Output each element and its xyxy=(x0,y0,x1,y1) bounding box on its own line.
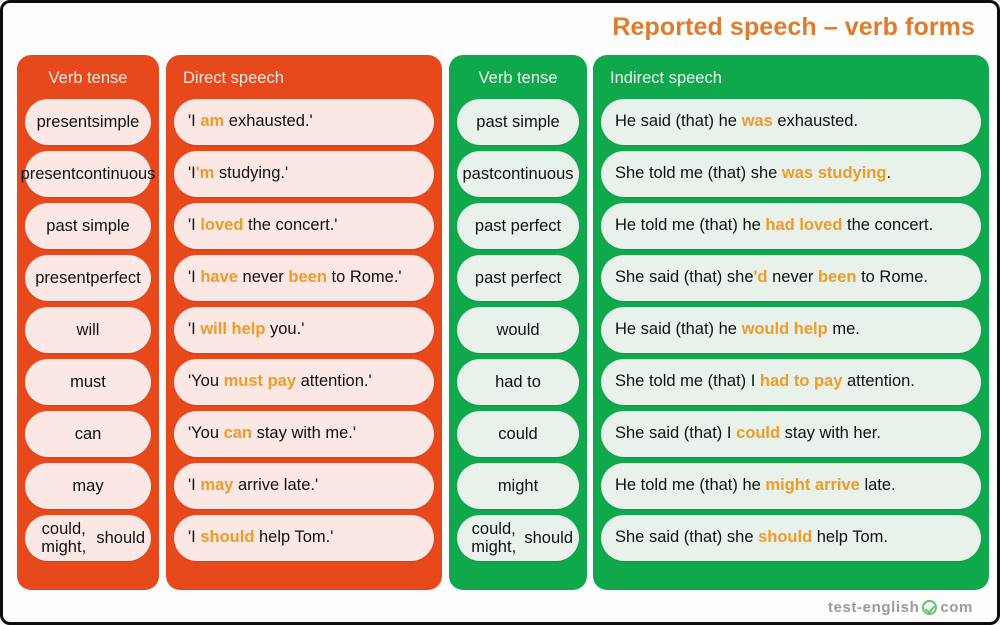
sentence-text: 'I should help Tom.' xyxy=(188,528,334,547)
sentence-text: 'You must pay attention.' xyxy=(188,372,372,391)
verb-tense-pill: will xyxy=(25,307,151,353)
direct-sentence-pill: 'I will help you.' xyxy=(174,307,434,353)
direct-sentence-pill: 'I should help Tom.' xyxy=(174,515,434,561)
verb-tense-pill: past perfect xyxy=(457,203,579,249)
direct-sentence-pill: 'I'm studying.' xyxy=(174,151,434,197)
indirect-sentence-pill: He told me (that) he might arrive late. xyxy=(601,463,981,509)
sentence-text: 'You can stay with me.' xyxy=(188,424,357,443)
panel-verb-tense-direct: Verb tense present simple present continuou… xyxy=(17,55,159,590)
sentence-text: He said (that) he was exhausted. xyxy=(615,112,859,131)
sentence-text: 'I'm studying.' xyxy=(188,164,289,183)
sentence-text: She said (that) I could stay with her. xyxy=(615,424,881,443)
sentence-text: 'I loved the concert.' xyxy=(188,216,338,235)
sentence-text: She told me (that) she was studying. xyxy=(615,164,892,183)
sentence-text: She said (that) she'd never been to Rome… xyxy=(615,268,929,287)
infographic-page: Reported speech – verb forms Verb tense … xyxy=(0,0,1000,625)
logo-text-primary: test-english xyxy=(827,599,920,616)
column-header-direct-speech: Direct speech xyxy=(183,69,284,87)
verb-tense-pill: would xyxy=(457,307,579,353)
verb-tense-pill: had to xyxy=(457,359,579,405)
indirect-sentence-pill: She told me (that) she was studying. xyxy=(601,151,981,197)
direct-sentence-pill: 'I have never been to Rome.' xyxy=(174,255,434,301)
verb-tense-indirect-list: past simple past continuous past perfect pas… xyxy=(457,99,579,561)
logo-text-secondary: com xyxy=(940,599,973,616)
direct-sentence-pill: 'I loved the concert.' xyxy=(174,203,434,249)
direct-speech-list: 'I am exhausted.' 'I'm studying.' 'I loved… xyxy=(174,99,434,561)
indirect-sentence-pill: He said (that) he would help me. xyxy=(601,307,981,353)
verb-tense-pill: might xyxy=(457,463,579,509)
verb-tense-pill: past simple xyxy=(457,99,579,145)
verb-tense-pill: must xyxy=(25,359,151,405)
indirect-sentence-pill: He said (that) he was exhausted. xyxy=(601,99,981,145)
sentence-text: 'I have never been to Rome.' xyxy=(188,268,402,287)
direct-sentence-pill: 'You can stay with me.' xyxy=(174,411,434,457)
verb-tense-pill: present continuous xyxy=(21,151,155,197)
site-logo: test-english com xyxy=(828,599,973,616)
check-circle-icon xyxy=(922,600,938,615)
direct-sentence-pill: 'I may arrive late.' xyxy=(174,463,434,509)
indirect-sentence-pill: She said (that) I could stay with her. xyxy=(601,411,981,457)
indirect-sentence-pill: She told me (that) I had to pay attentio… xyxy=(601,359,981,405)
verb-tense-pill: can xyxy=(25,411,151,457)
sentence-text: He told me (that) he had loved the conce… xyxy=(615,216,934,235)
verb-tense-pill: could xyxy=(457,411,579,457)
verb-tense-pill: present perfect xyxy=(25,255,151,301)
sentence-text: She said (that) she should help Tom. xyxy=(615,528,888,547)
sentence-text: 'I am exhausted.' xyxy=(188,112,313,131)
verb-tense-pill: past perfect xyxy=(457,255,579,301)
panel-direct-speech: Direct speech 'I am exhausted.' 'I'm stud… xyxy=(166,55,442,590)
panel-verb-tense-indirect: Verb tense past simple past continuous past… xyxy=(449,55,587,590)
sentence-text: He told me (that) he might arrive late. xyxy=(615,476,896,495)
verb-tense-pill: past continuous xyxy=(457,151,579,197)
verb-tense-pill: could, might, should xyxy=(457,515,579,561)
page-title: Reported speech – verb forms xyxy=(612,13,975,41)
verb-tense-pill: could, might, should xyxy=(25,515,151,561)
sentence-text: 'I may arrive late.' xyxy=(188,476,319,495)
direct-sentence-pill: 'You must pay attention.' xyxy=(174,359,434,405)
indirect-speech-list: He said (that) he was exhausted. She told… xyxy=(601,99,981,561)
sentence-text: 'I will help you.' xyxy=(188,320,305,339)
panel-indirect-speech: Indirect speech He said (that) he was ex… xyxy=(593,55,989,590)
verb-tense-pill: may xyxy=(25,463,151,509)
indirect-sentence-pill: She said (that) she should help Tom. xyxy=(601,515,981,561)
column-header-verb-tense-indirect: Verb tense xyxy=(478,69,558,87)
sentence-text: He said (that) he would help me. xyxy=(615,320,860,339)
verb-tense-pill: present simple xyxy=(25,99,151,145)
indirect-sentence-pill: He told me (that) he had loved the conce… xyxy=(601,203,981,249)
indirect-sentence-pill: She said (that) she'd never been to Rome… xyxy=(601,255,981,301)
column-header-indirect-speech: Indirect speech xyxy=(610,69,722,87)
verb-tense-direct-list: present simple present continuous past simpl… xyxy=(21,99,155,561)
verb-tense-pill: past simple xyxy=(25,203,151,249)
direct-sentence-pill: 'I am exhausted.' xyxy=(174,99,434,145)
sentence-text: She told me (that) I had to pay attentio… xyxy=(615,372,915,391)
column-header-verb-tense-direct: Verb tense xyxy=(48,69,128,87)
